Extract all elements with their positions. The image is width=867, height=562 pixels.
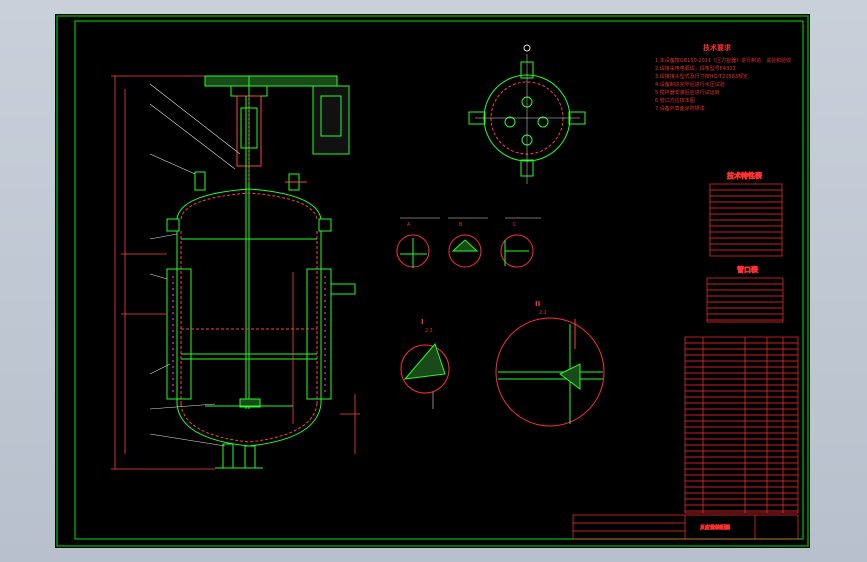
note-line: 3.焊接接头型式及尺寸按HG/T20583规定 [655,73,748,80]
cad-drawing: 技术要求 1.本设备按GB150-2011《压力容器》进行制造、试验和验收2.焊… [56,15,809,547]
note-line: 6.管口方位按本图 [655,97,695,104]
spec-table-title: 技术特性表 [727,171,763,180]
technical-notes: 技术要求 1.本设备按GB150-2011《压力容器》进行制造、试验和验收2.焊… [655,43,791,112]
note-line: 5.搅拌器安装后应进行试运转 [655,89,720,96]
section-i-label: I [421,318,424,326]
section-ii-scale: 2:1 [539,310,547,316]
note-line: 2.焊接采用电弧焊，焊条型号E4303 [655,65,736,72]
vessel-main-view [111,75,360,470]
section-ii-label: II [535,300,540,308]
notes-title: 技术要求 [703,43,732,52]
detail-c-label: C [513,222,517,228]
nozzle-table: 管口表 [706,265,784,323]
view-labels: I 2:1 II 2:1 A B C [407,222,547,334]
drawing-sheet: 技术要求 1.本设备按GB150-2011《压力容器》进行制造、试验和验收 2.焊… [55,14,810,548]
note-line: 7.设备外表面涂防锈漆 [655,105,705,112]
detail-b-label: B [459,222,463,228]
top-plan-view [468,44,586,184]
parts-list [684,336,799,514]
detail-views [396,217,605,427]
title-block: 反应釜装配图 [572,514,799,540]
note-line: 4.设备制造完毕后进行水压试验 [655,81,725,88]
section-i-scale: 2:1 [425,328,433,334]
note-line: 1.本设备按GB150-2011《压力容器》进行制造、试验和验收 [655,57,791,64]
spec-table: 技术特性表 [709,171,783,257]
title-block-name: 反应釜装配图 [700,524,730,531]
nozzle-table-title: 管口表 [737,265,759,274]
detail-a-label: A [407,222,411,228]
